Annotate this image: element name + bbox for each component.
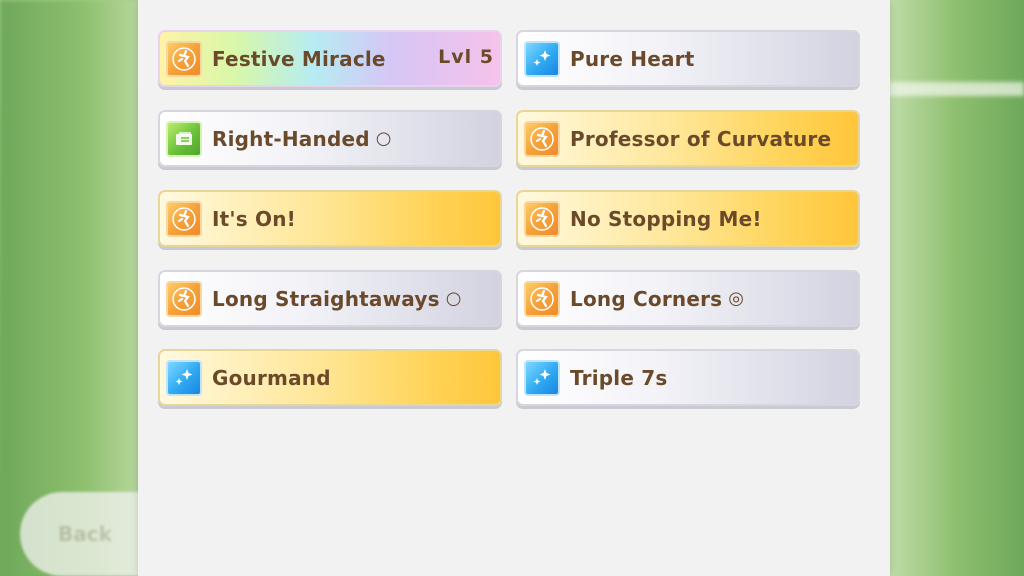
sparkle-icon [166, 359, 202, 396]
background-left [0, 0, 140, 576]
speed-icon [524, 280, 560, 317]
skill-name: Long Corners [570, 286, 723, 311]
speed-icon [166, 200, 202, 237]
sparkle-icon [524, 40, 560, 77]
skill-gourmand[interactable]: Gourmand [158, 349, 502, 406]
skill-level: Lvl 5 [438, 46, 494, 68]
skill-right-handed[interactable]: Right-Handed ○ [158, 110, 502, 167]
skill-long-straightaways[interactable]: Long Straightaways ○ [158, 270, 502, 327]
skill-name: Long Straightaways [212, 286, 440, 311]
skill-name: No Stopping Me! [570, 206, 762, 231]
skill-professor-of-curvature[interactable]: Professor of Curvature [516, 110, 860, 167]
skill-grade: ◎ [728, 288, 744, 309]
card-icon [166, 120, 202, 157]
skill-name: Pure Heart [570, 46, 695, 71]
skill-long-corners[interactable]: Long Corners ◎ [516, 270, 860, 327]
skill-its-on[interactable]: It's On! [158, 190, 502, 247]
background-rail [888, 82, 1024, 96]
skill-triple-7s[interactable]: Triple 7s [516, 349, 860, 406]
speed-icon [524, 120, 560, 157]
back-button-label: Back [58, 522, 112, 546]
skill-name: Festive Miracle [212, 46, 386, 71]
skill-name: Right-Handed [212, 126, 370, 151]
skill-name: Professor of Curvature [570, 126, 832, 151]
skill-grade: ○ [445, 288, 462, 309]
skill-grade: ○ [375, 128, 392, 149]
skill-pure-heart[interactable]: Pure Heart [516, 30, 860, 87]
speed-icon [524, 200, 560, 237]
skill-festive-miracle[interactable]: Festive Miracle Lvl 5 [158, 30, 502, 87]
skill-list-panel: Festive Miracle Lvl 5 Pure Heart Right-H… [138, 0, 890, 576]
skill-name: It's On! [212, 206, 296, 231]
speed-icon [166, 40, 202, 77]
skill-no-stopping-me[interactable]: No Stopping Me! [516, 190, 860, 247]
skill-name: Gourmand [212, 365, 331, 390]
speed-icon [166, 280, 202, 317]
skill-name: Triple 7s [570, 365, 668, 390]
sparkle-icon [524, 359, 560, 396]
